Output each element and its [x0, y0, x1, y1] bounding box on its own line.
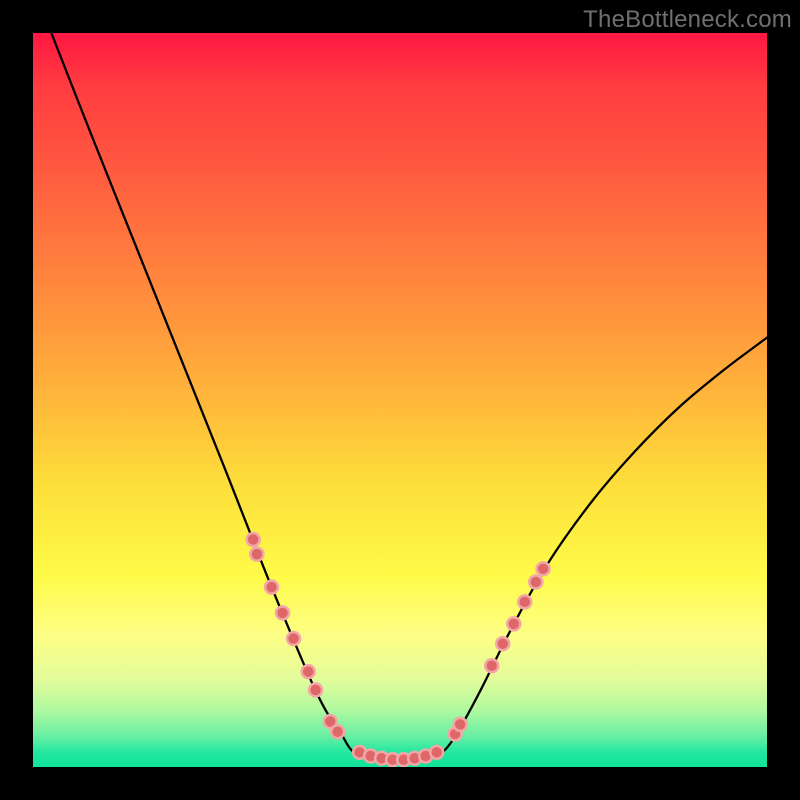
chart-container: TheBottleneck.com: [0, 0, 800, 800]
marker-dot: [276, 606, 289, 619]
marker-dot: [331, 725, 344, 738]
marker-dot: [454, 718, 467, 731]
marker-dot: [529, 576, 542, 589]
marker-dot: [287, 632, 300, 645]
marker-dot: [537, 562, 550, 575]
marker-dot: [496, 637, 509, 650]
marker-dot: [430, 746, 443, 759]
watermark-text: TheBottleneck.com: [583, 6, 792, 34]
marker-dot: [309, 683, 322, 696]
bottleneck-curve: [51, 33, 767, 762]
marker-dot: [518, 595, 531, 608]
marker-group: [247, 533, 550, 766]
marker-dot: [485, 659, 498, 672]
marker-dot: [247, 533, 260, 546]
marker-dot: [250, 548, 263, 561]
plot-area: [33, 33, 767, 767]
marker-dot: [265, 581, 278, 594]
marker-dot: [302, 665, 315, 678]
chart-svg: [33, 33, 767, 767]
marker-dot: [507, 617, 520, 630]
